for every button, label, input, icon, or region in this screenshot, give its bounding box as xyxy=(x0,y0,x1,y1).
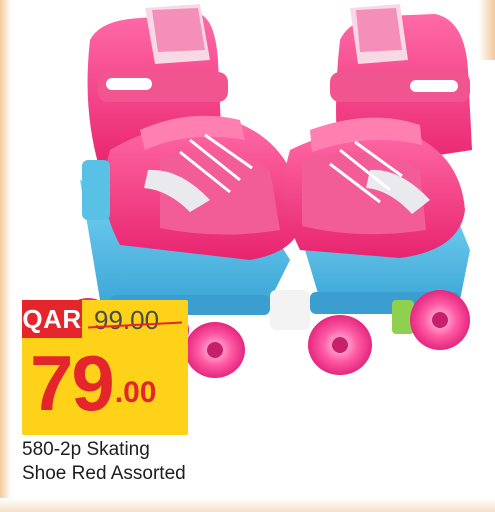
card-bottom-edge xyxy=(0,498,495,512)
product-name-line-2: Shoe Red Assorted xyxy=(22,463,186,484)
old-price: 99.00 xyxy=(94,305,160,335)
product-name[interactable]: 580-2p Skating Shoe Red Assorted xyxy=(22,438,322,486)
new-price-fraction: .00 xyxy=(114,376,157,409)
product-name-line-1: 580-2p Skating xyxy=(22,439,150,460)
currency-badge: QAR xyxy=(22,300,82,338)
right-skate xyxy=(284,4,472,375)
card-edge-left xyxy=(0,0,12,512)
offer-card[interactable]: QAR 99.00 79.00 580-2p Skating Shoe Red … xyxy=(0,0,495,512)
new-price-whole: 79 xyxy=(30,339,115,427)
price-tag: QAR 99.00 79.00 xyxy=(22,300,188,435)
new-price: 79.00 xyxy=(30,344,156,422)
